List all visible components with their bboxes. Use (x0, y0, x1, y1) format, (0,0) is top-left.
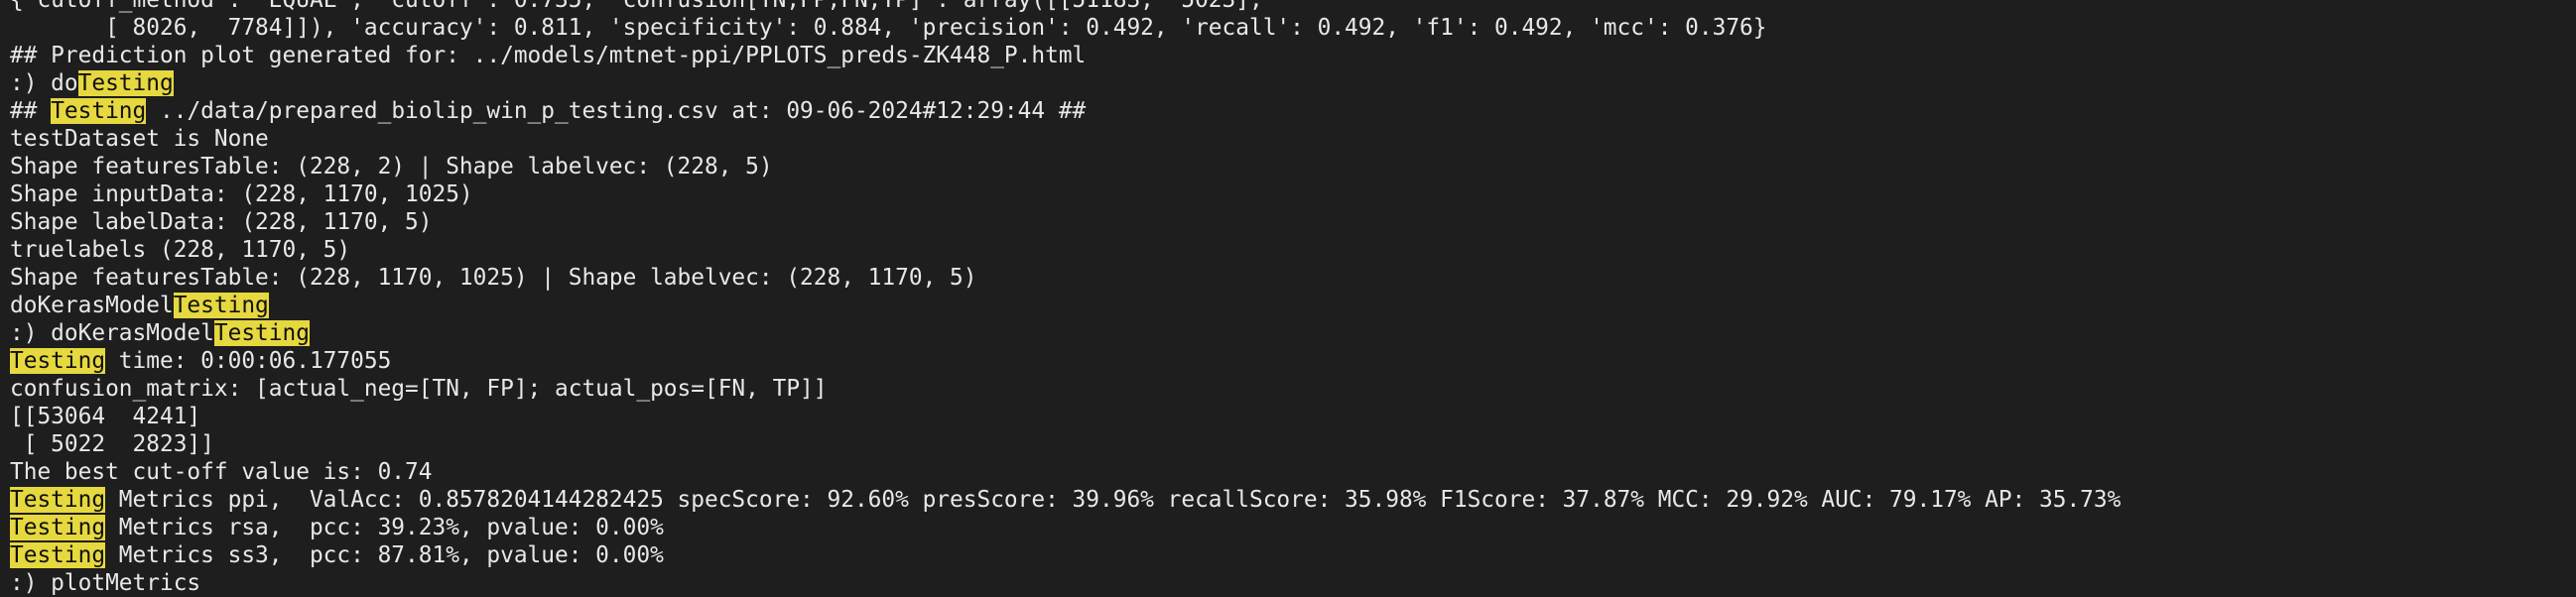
terminal-line: :) plotMetrics (10, 569, 200, 597)
terminal-text: Shape labelData: (228, 1170, 5) (10, 209, 433, 235)
terminal-text: ## Prediction plot generated for: ../mod… (10, 43, 1087, 68)
search-highlight: Testing (10, 348, 106, 374)
terminal-output[interactable]: {'cutoff_method': 'EQUAL', 'cutoff': 0.7… (0, 0, 2576, 597)
terminal-text: Shape featuresTable: (228, 1170, 1025) |… (10, 265, 977, 291)
search-highlight: Testing (213, 320, 310, 346)
terminal-line: [[53064 4241] (10, 403, 200, 430)
terminal-text: testDataset is None (10, 126, 269, 152)
terminal-line: confusion_matrix: [actual_neg=[TN, FP]; … (10, 375, 828, 403)
terminal-text: Metrics ss3, pcc: 87.81%, pvalue: 0.00% (105, 542, 664, 568)
terminal-line: [ 8026, 7784]]), 'accuracy': 0.811, 'spe… (10, 14, 1767, 42)
terminal-text: Shape inputData: (228, 1170, 1025) (10, 181, 473, 207)
terminal-line: Testing time: 0:00:06.177055 (10, 347, 391, 375)
terminal-text: :) doKerasModel (10, 320, 214, 346)
terminal-text: Shape featuresTable: (228, 2) | Shape la… (10, 154, 773, 179)
search-highlight: Testing (10, 542, 106, 568)
terminal-line: Testing Metrics rsa, pcc: 39.23%, pvalue… (10, 514, 664, 541)
terminal-line: Shape featuresTable: (228, 1170, 1025) |… (10, 264, 976, 292)
terminal-text: [[53064 4241] (10, 404, 201, 429)
terminal-text: truelabels (228, 1170, 5) (10, 237, 351, 263)
terminal-line: doKerasModelTesting (10, 292, 269, 319)
terminal-line: ## Prediction plot generated for: ../mod… (10, 42, 1086, 69)
terminal-text: doKerasModel (10, 293, 174, 318)
terminal-text: Metrics ppi, ValAcc: 0.8578204144282425 … (105, 487, 2122, 513)
terminal-text: {'cutoff_method': 'EQUAL', 'cutoff': 0.7… (10, 0, 1263, 13)
terminal-text: time: 0:00:06.177055 (105, 348, 392, 374)
terminal-text: ## (10, 98, 52, 124)
search-highlight: Testing (10, 487, 106, 513)
terminal-line: Shape labelData: (228, 1170, 5) (10, 208, 432, 236)
terminal-text: [ 5022 2823]] (10, 431, 214, 457)
terminal-line: Shape inputData: (228, 1170, 1025) (10, 180, 473, 208)
terminal-line: truelabels (228, 1170, 5) (10, 236, 350, 264)
search-highlight: Testing (51, 98, 147, 124)
terminal-text: The best cut-off value is: 0.74 (10, 459, 433, 485)
terminal-line: Testing Metrics ppi, ValAcc: 0.857820414… (10, 486, 2121, 514)
terminal-line: :) doKerasModelTesting (10, 319, 310, 347)
terminal-text: :) do (10, 70, 78, 96)
terminal-line: The best cut-off value is: 0.74 (10, 458, 432, 486)
terminal-text: confusion_matrix: [actual_neg=[TN, FP]; … (10, 376, 828, 402)
terminal-line: ## Testing ../data/prepared_biolip_win_p… (10, 97, 1086, 125)
terminal-line: [ 5022 2823]] (10, 430, 214, 458)
search-highlight: Testing (77, 70, 174, 96)
terminal-line: testDataset is None (10, 125, 269, 153)
terminal-text: :) plotMetrics (10, 570, 201, 596)
terminal-line: Shape featuresTable: (228, 2) | Shape la… (10, 153, 773, 180)
terminal-text: [ 8026, 7784]]), 'accuracy': 0.811, 'spe… (10, 15, 1767, 41)
terminal-text: ../data/prepared_biolip_win_p_testing.cs… (146, 98, 1087, 124)
search-highlight: Testing (173, 293, 269, 318)
terminal-text: Metrics rsa, pcc: 39.23%, pvalue: 0.00% (105, 515, 664, 540)
terminal-line: Testing Metrics ss3, pcc: 87.81%, pvalue… (10, 541, 664, 569)
terminal-line: {'cutoff_method': 'EQUAL', 'cutoff': 0.7… (10, 0, 1263, 14)
terminal-line: :) doTesting (10, 69, 174, 97)
search-highlight: Testing (10, 515, 106, 540)
